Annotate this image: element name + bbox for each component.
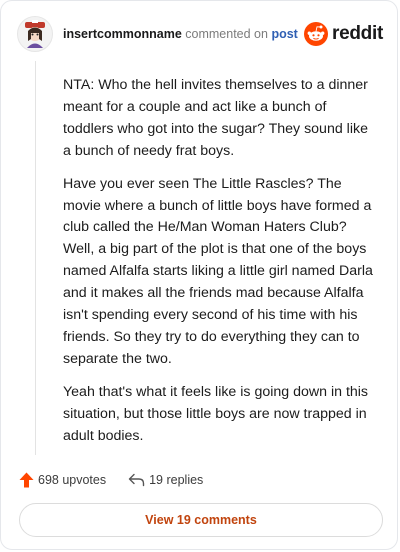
comment-actions: 698 upvotes 19 replies [19, 469, 203, 491]
avatar-icon [25, 20, 45, 48]
avatar[interactable] [17, 16, 53, 52]
reply-arrow-icon [128, 473, 145, 487]
comment-paragraph: Have you ever seen The Little Rascles? T… [63, 175, 373, 367]
comment-card: insertcommonname commented on post reddi… [0, 0, 398, 550]
reddit-brand[interactable]: reddit [304, 22, 383, 46]
byline: insertcommonname commented on post [63, 27, 298, 41]
upvote-count: 698 upvotes [38, 473, 107, 487]
thread-line [35, 61, 36, 455]
reddit-wordmark: reddit [332, 23, 383, 44]
view-comments-button[interactable]: View 19 comments [19, 503, 383, 537]
replies-button[interactable]: 19 replies [128, 473, 203, 487]
username[interactable]: insertcommonname [63, 27, 182, 41]
comment-paragraph: Yeah that's what it feels like is going … [63, 383, 369, 444]
post-link[interactable]: post [271, 27, 297, 41]
upvote-button[interactable]: 698 upvotes [19, 472, 106, 488]
reddit-logo-icon [304, 22, 329, 46]
comment-body: NTA: Who the hell invites themselves to … [63, 75, 375, 459]
comment-paragraph: NTA: Who the hell invites themselves to … [63, 77, 368, 159]
comment-header: insertcommonname commented on post reddi… [17, 15, 383, 53]
upvote-arrow-icon [19, 472, 34, 488]
reply-count: 19 replies [149, 473, 204, 487]
commented-on-text: commented on [185, 27, 268, 41]
